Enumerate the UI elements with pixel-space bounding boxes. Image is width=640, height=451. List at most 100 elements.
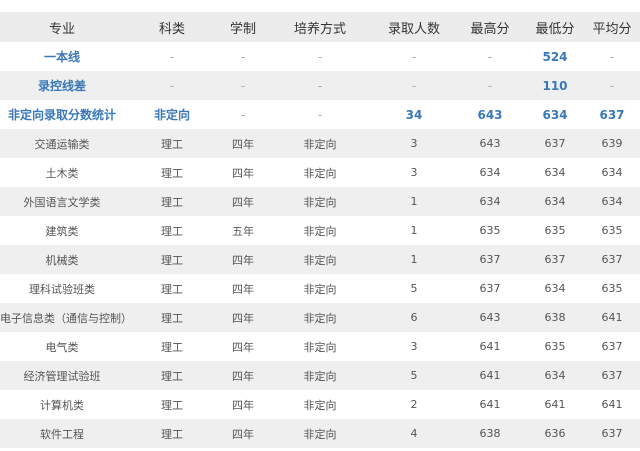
table-cell: 经济管理试验班	[23, 369, 101, 383]
table-cell: 4	[410, 427, 418, 440]
table-row: 土木类 理工 四年 非定向 3 634 634 634	[0, 158, 640, 187]
table-cell: 637	[544, 253, 566, 266]
table-cell: -	[169, 78, 175, 93]
table-cell: 634	[544, 166, 566, 179]
table-cell: 计算机类	[40, 398, 84, 412]
summary-row: 一本线 - - - - - 524 -	[0, 42, 640, 71]
table-cell: 3	[410, 166, 418, 179]
table-cell: 641	[544, 398, 566, 411]
table-cell: 110	[542, 78, 568, 93]
table-row: 建筑类 理工 五年 非定向 1 635 635 635	[0, 216, 640, 245]
table-cell: 一本线	[43, 50, 80, 64]
table-cell: -	[240, 49, 246, 64]
table-cell: 四年	[232, 427, 254, 441]
table-cell: 录控线差	[37, 79, 86, 93]
table-cell: -	[609, 49, 615, 64]
table-cell: 理工	[161, 311, 183, 325]
table-cell: 634	[544, 282, 566, 295]
table-cell: 非定向	[303, 253, 337, 267]
summary-row: 录控线差 - - - - - 110 -	[0, 71, 640, 100]
table-row: 理科试验班类 理工 四年 非定向 5 637 634 635	[0, 274, 640, 303]
table-cell: 524	[542, 49, 568, 64]
table-cell: 643	[479, 137, 501, 150]
table-header: 专业 科类 学制 培养方式 录取人数 最高分 最低分 平均分	[0, 12, 640, 42]
table-cell: 637	[544, 137, 566, 150]
table-cell: 1	[410, 224, 418, 237]
table-row: 经济管理试验班 理工 四年 非定向 5 641 634 637	[0, 361, 640, 390]
table-cell: 643	[477, 107, 503, 122]
table-cell: 3	[410, 340, 418, 353]
table-cell: 理工	[161, 137, 183, 151]
table-cell: 637	[601, 369, 623, 382]
table-cell: 641	[601, 311, 623, 324]
table-cell: 理工	[161, 166, 183, 180]
table-cell: 软件工程	[40, 427, 84, 441]
column-header: 平均分	[584, 12, 640, 42]
table-cell: 理工	[161, 224, 183, 238]
table-cell: 636	[544, 427, 566, 440]
table-cell: 非定向	[303, 282, 337, 296]
table-cell: 5	[410, 369, 418, 382]
table-cell: 非定向	[303, 166, 337, 180]
table-cell: 1	[410, 195, 418, 208]
table-cell: 理工	[161, 282, 183, 296]
table-cell: 637	[601, 253, 623, 266]
table-cell: -	[609, 78, 615, 93]
table-cell: 3	[410, 137, 418, 150]
table-cell: 电气类	[45, 340, 79, 354]
admission-score-table: 专业 科类 学制 培养方式 录取人数 最高分 最低分 平均分 一本线 - - - - -524- 录控线差…	[0, 12, 640, 448]
table-cell: -	[317, 78, 323, 93]
table-cell: 机械类	[45, 253, 79, 267]
table-row: 计算机类 理工 四年 非定向 2 641 641 641	[0, 390, 640, 419]
column-header: 培养方式	[266, 12, 374, 42]
table-cell: 635	[544, 340, 566, 353]
table-cell: 643	[479, 311, 501, 324]
table-cell: 634	[601, 195, 623, 208]
table-cell: 2	[410, 398, 418, 411]
table-cell: 非定向	[303, 427, 337, 441]
table-cell: 理工	[161, 427, 183, 441]
table-cell: 638	[479, 427, 501, 440]
table-cell: 637	[479, 253, 501, 266]
table-cell: 非定向	[153, 108, 190, 122]
column-header: 科类	[124, 12, 220, 42]
table-cell: 637	[601, 427, 623, 440]
table-cell: 理工	[161, 398, 183, 412]
table-cell: 理工	[161, 253, 183, 267]
table-cell: 土木类	[45, 166, 79, 180]
table-cell: 634	[479, 166, 501, 179]
table-row: 电子信息类（通信与控制） 理工 四年 非定向 6 643 638 641	[0, 303, 640, 332]
table-cell: -	[411, 49, 417, 64]
table-cell: 非定向	[303, 340, 337, 354]
table-cell: 四年	[232, 195, 254, 209]
table-cell: 635	[601, 282, 623, 295]
table-cell: 635	[479, 224, 501, 237]
table-cell: 非定向	[303, 195, 337, 209]
table-cell: -	[317, 49, 323, 64]
table-cell: 637	[599, 107, 625, 122]
table-cell: 交通运输类	[34, 137, 90, 151]
table-cell: 理科试验班类	[29, 282, 95, 296]
table-cell: 非定向	[303, 311, 337, 325]
table-cell: -	[411, 78, 417, 93]
table-cell: 四年	[232, 398, 254, 412]
column-header: 录取人数	[374, 12, 454, 42]
table-cell: 634	[544, 369, 566, 382]
table-cell: 6	[410, 311, 418, 324]
table-cell: 四年	[232, 166, 254, 180]
table-cell: 634	[601, 166, 623, 179]
table-cell: 五年	[232, 224, 254, 238]
table-cell: 非定向	[303, 369, 337, 383]
table-cell: 四年	[232, 311, 254, 325]
table-cell: 理工	[161, 340, 183, 354]
table-cell: 634	[479, 195, 501, 208]
table-cell: 电子信息类（通信与控制）	[0, 311, 132, 325]
table-cell: 639	[601, 137, 623, 150]
table-cell: 非定向录取分数统计	[7, 108, 116, 122]
column-header: 最低分	[526, 12, 584, 42]
table-row: 交通运输类 理工 四年 非定向 3 643 637 639	[0, 129, 640, 158]
table-row: 电气类 理工 四年 非定向 3 641 635 637	[0, 332, 640, 361]
column-header: 最高分	[454, 12, 526, 42]
table-cell: 1	[410, 253, 418, 266]
table-cell: 635	[544, 224, 566, 237]
